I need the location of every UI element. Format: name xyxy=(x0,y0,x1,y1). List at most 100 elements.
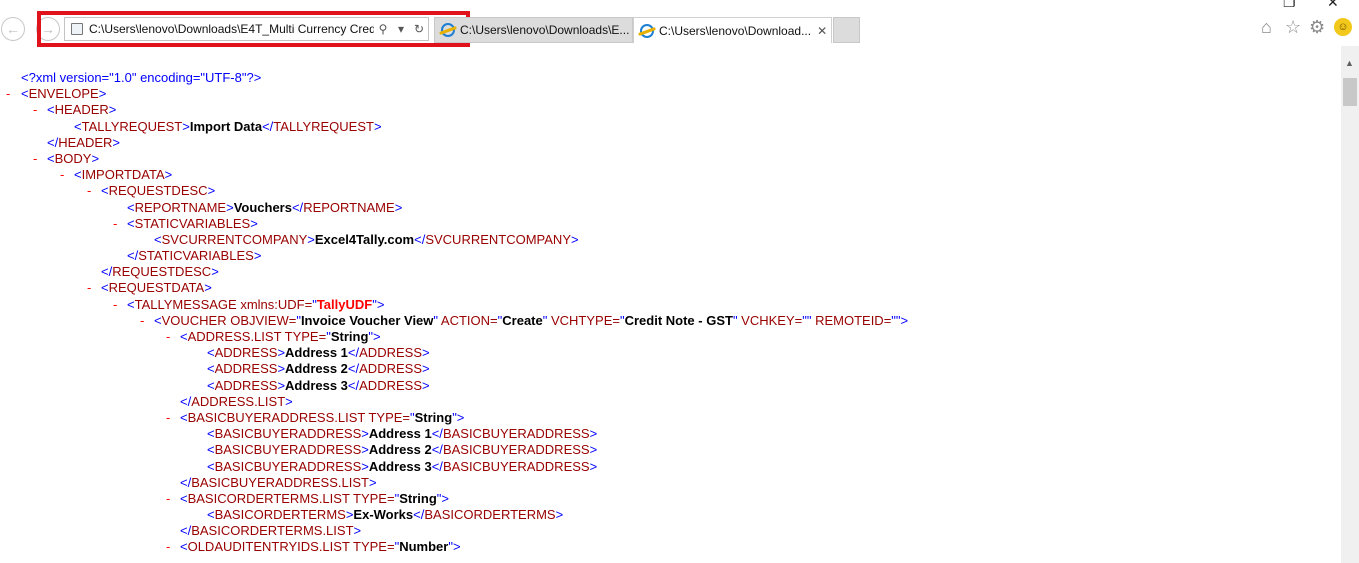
collapse-toggle[interactable]: - xyxy=(140,313,144,329)
xml-line: <ADDRESS>Address 2</ADDRESS> xyxy=(207,361,430,377)
tag-name: BASICORDERTERMS.LIST xyxy=(191,523,354,539)
collapse-toggle[interactable]: - xyxy=(166,491,170,507)
tag-name: ADDRESS xyxy=(214,361,278,377)
browser-chrome: ❐ ✕ ← → C:\Users\lenovo\Downloads\E4T_Mu… xyxy=(0,0,1359,47)
xml-line: - <REQUESTDESC> xyxy=(87,183,216,199)
tag-name: SVCURRENTCOMPANY xyxy=(425,231,571,247)
xml-line: <BASICBUYERADDRESS>Address 2</BASICBUYER… xyxy=(207,442,598,458)
element-value: Ex-Works xyxy=(353,507,414,523)
xml-line: <REPORTNAME>Vouchers</REPORTNAME> xyxy=(127,199,403,215)
tag-name: IMPORTDATA xyxy=(81,167,165,183)
tag-name: ADDRESS xyxy=(214,377,278,393)
xml-line: - <OLDAUDITENTRYIDS.LIST TYPE="Number"> xyxy=(166,539,461,555)
collapse-toggle[interactable]: - xyxy=(33,151,37,167)
tag-name: BASICORDERTERMS xyxy=(424,507,556,523)
close-tab-icon[interactable]: ✕ xyxy=(817,24,827,38)
collapse-toggle[interactable]: - xyxy=(166,329,170,345)
scroll-thumb[interactable] xyxy=(1343,78,1357,106)
ie-icon xyxy=(441,23,455,37)
collapse-toggle[interactable]: - xyxy=(113,216,117,232)
collapse-toggle[interactable]: - xyxy=(166,539,170,555)
tag-name: STATICVARIABLES xyxy=(138,248,254,264)
tag-name: HEADER xyxy=(54,102,109,118)
attribute-value: String xyxy=(399,490,437,506)
element-value: Excel4Tally.com xyxy=(314,231,415,247)
scroll-up-icon[interactable]: ▲ xyxy=(1345,58,1354,68)
tab-label: C:\Users\lenovo\Download... xyxy=(659,23,812,38)
tag-name: BASICORDERTERMS.LIST TYPE= xyxy=(187,490,395,506)
tag-name: STATICVARIABLES xyxy=(134,215,251,231)
attribute-name: VCHTYPE= xyxy=(547,312,620,328)
tag-name: REQUESTDESC xyxy=(108,183,208,199)
tab-label: C:\Users\lenovo\Downloads\E... xyxy=(460,23,630,37)
tag-name: ADDRESS xyxy=(359,345,422,361)
collapse-toggle[interactable]: - xyxy=(6,86,10,102)
tag-name: ADDRESS xyxy=(359,377,422,393)
xml-line: - <IMPORTDATA> xyxy=(60,167,173,183)
tag-name: BASICBUYERADDRESS xyxy=(442,426,590,442)
tag-name: VOUCHER OBJVIEW= xyxy=(161,312,297,328)
element-value: Address 1 xyxy=(285,345,348,361)
xml-line: <BASICORDERTERMS>Ex-Works</BASICORDERTER… xyxy=(207,507,564,523)
tab-1[interactable]: C:\Users\lenovo\Downloads\E... xyxy=(434,17,633,43)
collapse-toggle[interactable]: - xyxy=(166,410,170,426)
back-arrow-icon: ← xyxy=(6,21,20,37)
restore-window-icon[interactable]: ❐ xyxy=(1283,0,1296,11)
tag-name: REPORTNAME xyxy=(134,199,227,215)
tag-name: BODY xyxy=(54,150,92,166)
favorites-icon[interactable]: ☆ xyxy=(1285,17,1301,37)
xml-line: </BASICORDERTERMS.LIST> xyxy=(180,523,362,539)
tag-name: TALLYREQUEST xyxy=(273,118,374,134)
xml-line: <ADDRESS>Address 3</ADDRESS> xyxy=(207,377,430,393)
attribute-value: String xyxy=(414,409,453,425)
xml-declaration: <?xml version="1.0" encoding="UTF-8"?> xyxy=(21,70,262,85)
feedback-smiley-icon[interactable]: ☺ xyxy=(1334,18,1352,36)
collapse-toggle[interactable]: - xyxy=(33,102,37,118)
xml-line: </STATICVARIABLES> xyxy=(127,248,262,264)
tag-name: ENVELOPE xyxy=(28,86,99,102)
element-value: Address 2 xyxy=(368,442,432,458)
ie-icon xyxy=(640,23,654,38)
home-icon[interactable]: ⌂ xyxy=(1261,17,1272,37)
tag-name: SVCURRENTCOMPANY xyxy=(161,231,308,247)
tab-2[interactable]: C:\Users\lenovo\Download... ✕ xyxy=(633,17,832,43)
xml-line: - <BASICBUYERADDRESS.LIST TYPE="String"> xyxy=(166,409,465,426)
element-value: Vouchers xyxy=(233,199,292,215)
xml-line: </HEADER> xyxy=(47,134,120,150)
tag-name: BASICBUYERADDRESS xyxy=(214,426,362,442)
element-value: Address 3 xyxy=(368,458,432,474)
attribute-value: TallyUDF xyxy=(316,296,373,312)
xml-line: <BASICBUYERADDRESS>Address 3</BASICBUYER… xyxy=(207,458,598,474)
collapse-toggle[interactable]: - xyxy=(60,167,64,183)
element-value: Address 1 xyxy=(368,426,432,442)
tag-name: REPORTNAME xyxy=(303,199,395,215)
tag-name: BASICBUYERADDRESS.LIST TYPE= xyxy=(187,409,410,425)
collapse-toggle[interactable]: - xyxy=(87,280,91,296)
new-tab-button[interactable] xyxy=(833,17,860,43)
settings-icon[interactable]: ⚙ xyxy=(1309,17,1325,37)
tag-name: ADDRESS.LIST xyxy=(191,393,286,409)
close-window-icon[interactable]: ✕ xyxy=(1327,0,1339,11)
xml-line: - <BASICORDERTERMS.LIST TYPE="String"> xyxy=(166,490,449,507)
element-value: Import Data xyxy=(189,118,263,134)
xml-line: <BASICBUYERADDRESS>Address 1</BASICBUYER… xyxy=(207,426,598,442)
tag-name: OLDAUDITENTRYIDS.LIST TYPE= xyxy=(187,539,395,555)
xml-line: <TALLYREQUEST>Import Data</TALLYREQUEST> xyxy=(74,118,382,134)
attribute-value: Invoice Voucher View xyxy=(300,312,434,328)
attribute-value: Create xyxy=(502,312,543,328)
xml-line: <ADDRESS>Address 1</ADDRESS> xyxy=(207,345,430,361)
tag-name: TALLYMESSAGE xmlns:UDF= xyxy=(134,296,313,312)
back-button[interactable]: ← xyxy=(1,17,25,41)
tag-name: BASICBUYERADDRESS xyxy=(214,442,362,458)
collapse-toggle[interactable]: - xyxy=(113,297,117,313)
tag-name: TALLYREQUEST xyxy=(81,118,183,134)
tag-name: ADDRESS xyxy=(214,345,278,361)
xml-line: - <HEADER> xyxy=(33,102,117,118)
tag-name: ADDRESS xyxy=(359,361,422,377)
tag-name: BASICBUYERADDRESS xyxy=(442,442,590,458)
tag-name: HEADER xyxy=(58,134,113,150)
collapse-toggle[interactable]: - xyxy=(87,183,91,199)
tag-name: BASICBUYERADDRESS xyxy=(214,458,362,474)
attribute-value: Number xyxy=(399,539,449,555)
vertical-scrollbar[interactable] xyxy=(1341,46,1359,563)
